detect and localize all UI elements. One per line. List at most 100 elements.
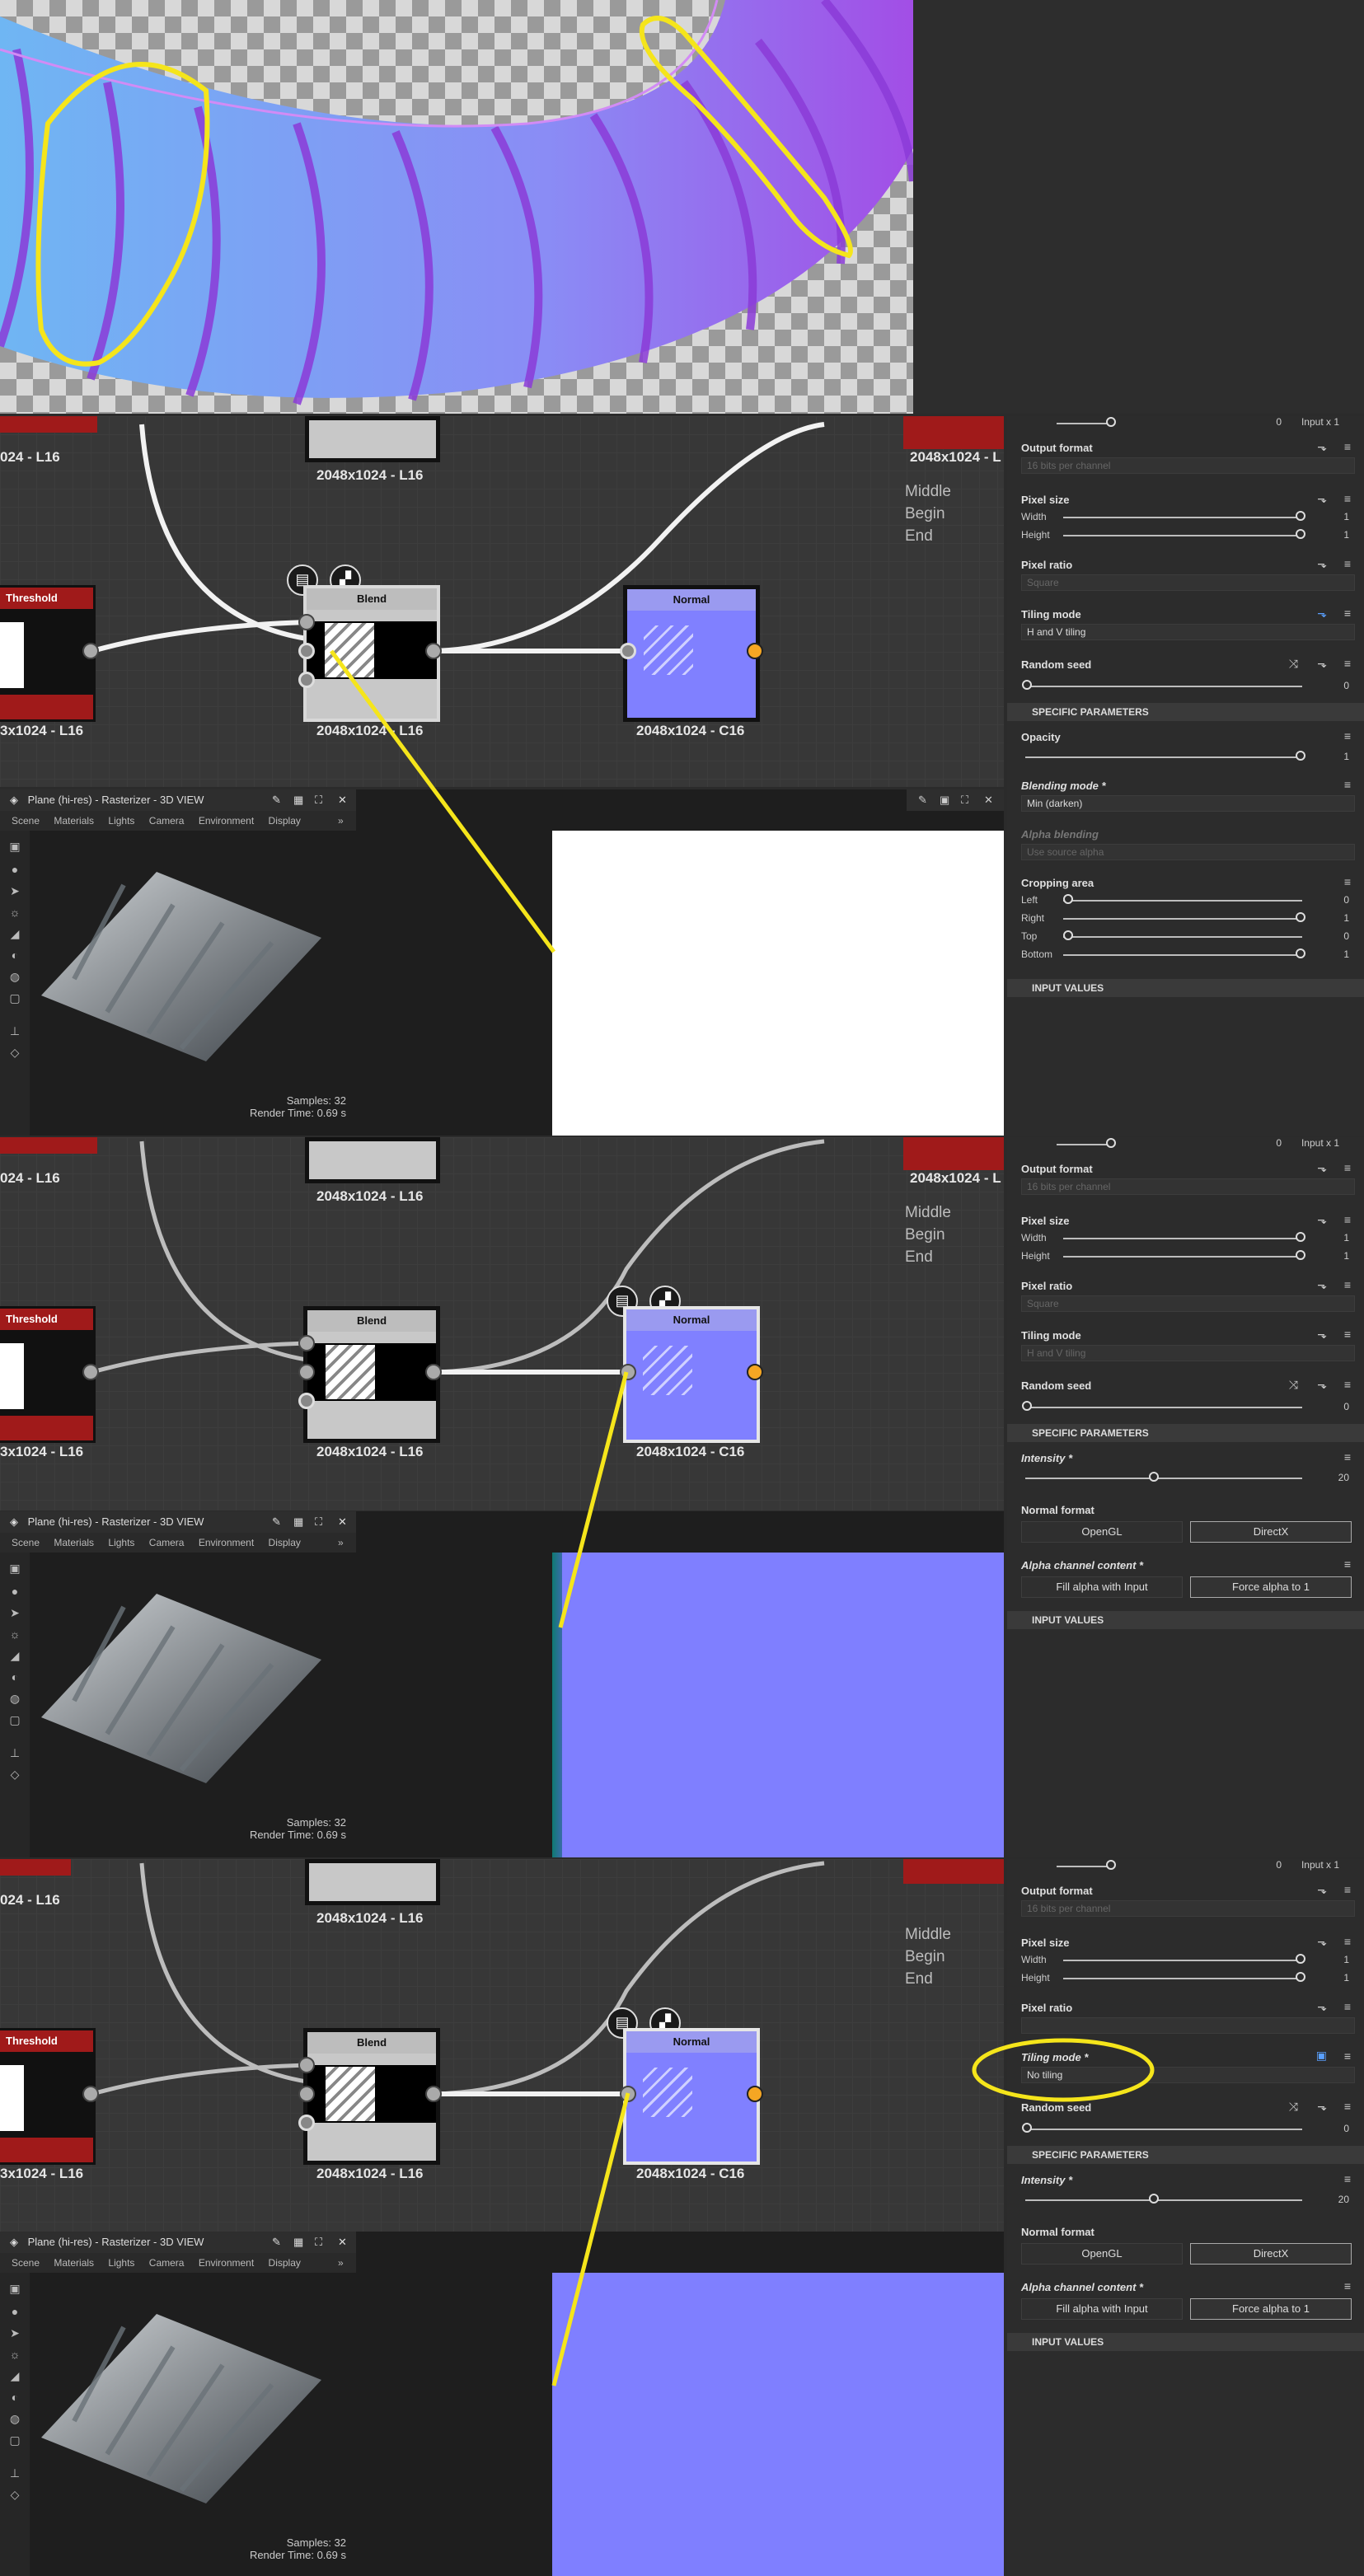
inherit-icon[interactable]: ⬎ [1317, 2100, 1327, 2114]
inherit-icon[interactable]: ⬎ [1317, 1213, 1327, 1227]
output-format-select[interactable]: 16 bits per channel [1021, 1900, 1355, 1917]
pin-icon[interactable]: ✎ [272, 789, 281, 811]
tab-scene[interactable]: Scene [12, 1537, 40, 1548]
3d-view-3[interactable]: ◈ Plane (hi-res) - Rasterizer - 3D VIEW … [0, 2232, 1004, 2576]
camera-icon[interactable]: ▣ [7, 2283, 22, 2294]
specific-parameters-section[interactable]: SPECIFIC PARAMETERS [1007, 2146, 1364, 2164]
tiling-mode-select[interactable]: H and V tiling [1021, 1345, 1355, 1361]
input-pin[interactable] [298, 672, 315, 688]
specific-parameters-section[interactable]: SPECIFIC PARAMETERS [1007, 703, 1364, 721]
input-values-section[interactable]: INPUT VALUES [1007, 1611, 1364, 1629]
layout-icon[interactable]: ▦ [293, 2232, 303, 2253]
input-pin[interactable] [620, 1364, 636, 1380]
layers-icon[interactable]: ◇ [7, 1768, 22, 1780]
camera-icon[interactable]: ▣ [7, 841, 22, 852]
input-pin[interactable] [620, 643, 636, 659]
opacity-slider[interactable] [1025, 751, 1305, 761]
output-format-select[interactable]: 16 bits per channel [1021, 457, 1355, 474]
inherit-icon[interactable]: ⬎ [1317, 607, 1327, 621]
intensity-slider[interactable] [1025, 2194, 1302, 2204]
blend-node[interactable]: Blend [303, 1306, 440, 1443]
random-seed-slider[interactable] [1022, 1401, 1302, 1411]
random-seed-slider[interactable] [1022, 680, 1302, 690]
inherit-icon[interactable]: ⬎ [1317, 1328, 1327, 1342]
input-pin[interactable] [620, 2086, 636, 2102]
input-pin[interactable] [298, 2086, 315, 2102]
tab-camera[interactable]: Camera [149, 2257, 185, 2269]
layout-icon[interactable]: ▦ [293, 1511, 303, 1533]
close-icon[interactable]: ✕ [984, 789, 993, 811]
blend-node[interactable]: Blend [303, 2028, 440, 2165]
menu-icon[interactable]: ≡ [1344, 657, 1351, 670]
more-tabs-icon[interactable]: » [338, 2253, 344, 2273]
layout-icon[interactable]: ▦ [293, 789, 303, 811]
shuffle-icon[interactable]: ⤨ [1289, 2100, 1298, 2114]
environment-icon[interactable]: ☼ [7, 1628, 22, 1640]
normal-node[interactable]: Normal [623, 2028, 760, 2165]
output-format-select[interactable]: 16 bits per channel [1021, 1178, 1355, 1195]
pin-icon[interactable]: ✎ [918, 789, 927, 811]
shuffle-icon[interactable]: ⤨ [1289, 657, 1298, 671]
menu-icon[interactable]: ≡ [1344, 607, 1351, 620]
gradient-icon[interactable]: ◢ [7, 2370, 22, 2382]
input-pin[interactable] [298, 2115, 315, 2131]
3d-view-2[interactable]: ◈ Plane (hi-res) - Rasterizer - 3D VIEW … [0, 1511, 1004, 1857]
inherit-icon[interactable]: ⬎ [1317, 657, 1327, 671]
tab-materials[interactable]: Materials [54, 1537, 94, 1548]
pixel-ratio-select[interactable]: Square [1021, 1295, 1355, 1312]
screenshot-icon[interactable]: ▢ [7, 1714, 22, 1726]
environment-icon[interactable]: ☼ [7, 2349, 22, 2360]
shape-icon[interactable]: ◐ [7, 1671, 22, 1683]
top-slider[interactable] [1063, 930, 1302, 940]
fill-alpha-button[interactable]: Fill alpha with Input [1021, 1576, 1183, 1598]
shape-icon[interactable]: ◐ [7, 2391, 22, 2403]
pixel-ratio-select[interactable]: Square [1021, 574, 1355, 591]
screenshot-icon[interactable]: ▢ [7, 2434, 22, 2446]
node-top-right[interactable] [903, 1859, 1004, 1884]
menu-icon[interactable]: ≡ [1344, 440, 1351, 453]
gradient-icon[interactable]: ◢ [7, 1650, 22, 1661]
tab-environment[interactable]: Environment [199, 815, 254, 827]
inherit-icon[interactable]: ▣ [1316, 2049, 1327, 2063]
input-pin[interactable] [298, 1364, 315, 1380]
menu-icon[interactable]: ≡ [1344, 1213, 1351, 1226]
node-top-right[interactable] [903, 416, 1004, 449]
opengl-button[interactable]: OpenGL [1021, 2243, 1183, 2265]
height-slider[interactable] [1057, 1860, 1116, 1870]
graph-view-1[interactable]: 024 - L16 2048x1024 - L16 2048x1024 - L … [0, 416, 1004, 787]
light-icon[interactable]: ● [7, 864, 22, 875]
node-top-right[interactable] [903, 1137, 1004, 1170]
menu-icon[interactable]: ≡ [1344, 2100, 1351, 2113]
tab-camera[interactable]: Camera [149, 1537, 185, 1548]
light-icon[interactable]: ● [7, 1585, 22, 1597]
threshold-node[interactable]: Threshold [0, 1306, 96, 1443]
menu-icon[interactable]: ≡ [1344, 729, 1351, 742]
output-pin[interactable] [747, 643, 763, 659]
menu-icon[interactable]: ≡ [1344, 1883, 1351, 1896]
left-slider[interactable] [1063, 894, 1302, 904]
tiling-mode-select[interactable]: H and V tiling [1021, 624, 1355, 640]
layout-icon[interactable]: ▣ [940, 789, 949, 811]
input-pin[interactable] [298, 2057, 315, 2073]
2d-view-texture[interactable] [552, 1553, 1004, 1857]
width-slider[interactable] [1063, 1232, 1305, 1242]
alpha-blending-select[interactable]: Use source alpha [1021, 844, 1355, 860]
pixel-ratio-select[interactable] [1021, 2017, 1355, 2034]
menu-icon[interactable]: ≡ [1344, 2049, 1351, 2063]
normal-node[interactable]: Normal [623, 1306, 760, 1443]
inherit-icon[interactable]: ⬎ [1317, 440, 1327, 454]
tab-scene[interactable]: Scene [12, 2257, 40, 2269]
screenshot-icon[interactable]: ▢ [7, 992, 22, 1004]
height-slider[interactable] [1063, 1972, 1305, 1982]
light-icon[interactable]: ● [7, 2306, 22, 2317]
intensity-slider[interactable] [1025, 1472, 1302, 1482]
cursor-icon[interactable]: ➤ [7, 1607, 22, 1618]
close-icon[interactable]: ✕ [338, 789, 347, 811]
layers-icon[interactable]: ◇ [7, 2489, 22, 2500]
input-values-section[interactable]: INPUT VALUES [1007, 2333, 1364, 2351]
output-pin[interactable] [82, 643, 99, 659]
normal-node[interactable]: Normal [623, 585, 760, 722]
input-values-section[interactable]: INPUT VALUES [1007, 979, 1364, 997]
menu-icon[interactable]: ≡ [1344, 875, 1351, 888]
2d-view-texture[interactable] [552, 2273, 1004, 2576]
